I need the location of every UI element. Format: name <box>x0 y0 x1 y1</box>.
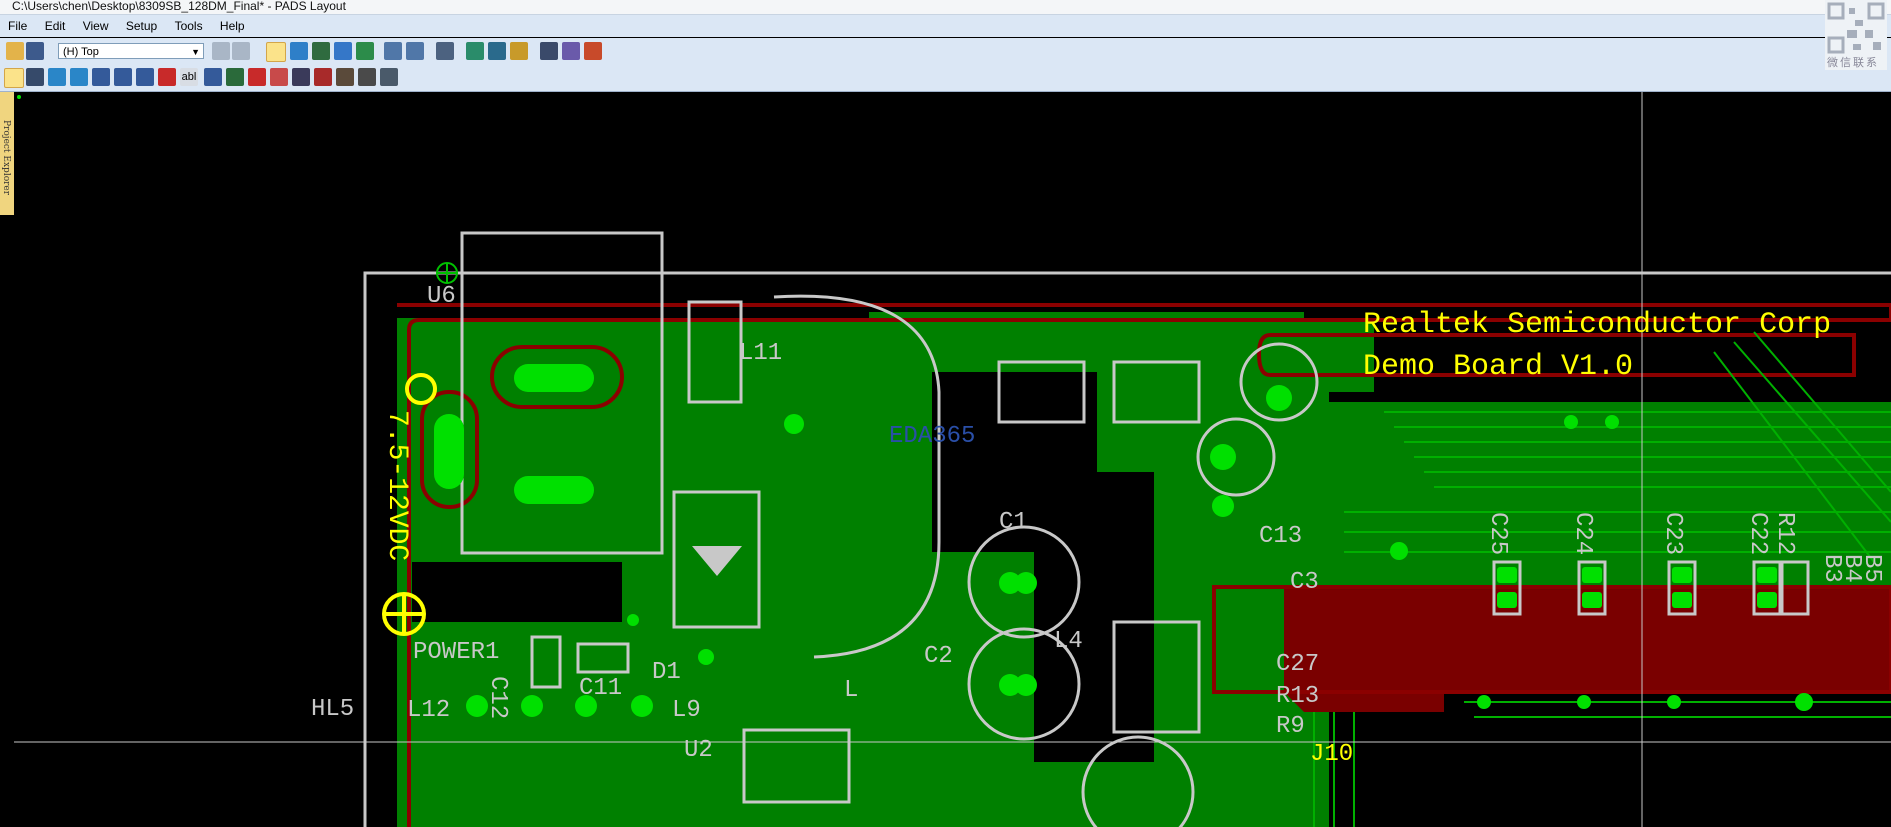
layout-icon[interactable] <box>212 42 230 60</box>
window-title: C:\Users\chen\Desktop\8309SB_128DM_Final… <box>12 0 346 13</box>
main-toolbar <box>0 38 1891 64</box>
sketch-route-icon[interactable] <box>92 68 110 86</box>
cluster-icon[interactable] <box>358 68 376 86</box>
cleanup-icon[interactable] <box>510 42 528 60</box>
refdes-c22: C22 <box>1744 512 1771 555</box>
refdes-d1: D1 <box>652 659 681 686</box>
menu-tools[interactable]: Tools <box>175 19 203 33</box>
ecotool-icon[interactable] <box>334 42 352 60</box>
refdes-c13: C13 <box>1259 523 1302 550</box>
auto-route-icon[interactable] <box>114 68 132 86</box>
menu-view[interactable]: View <box>83 19 109 33</box>
refdes-c27: C27 <box>1276 651 1319 678</box>
select-icon[interactable] <box>4 68 24 88</box>
pcb-board[interactable]: Realtek Semiconductor Corp Demo Board V1… <box>14 92 1891 827</box>
panel-icon[interactable] <box>540 42 558 60</box>
silk-title: Realtek Semiconductor Corp <box>1363 308 1831 342</box>
qr-code: 微信联系 <box>1825 0 1887 70</box>
refresh-icon[interactable] <box>232 42 250 60</box>
text-icon[interactable]: abl <box>180 68 198 86</box>
dimension-icon[interactable] <box>312 42 330 60</box>
via-icon[interactable] <box>204 68 222 86</box>
title-bar: C:\Users\chen\Desktop\8309SB_128DM_Final… <box>0 0 1891 15</box>
menu-edit[interactable]: Edit <box>45 19 66 33</box>
report-icon[interactable] <box>380 68 398 86</box>
route-icon[interactable] <box>290 42 308 60</box>
silk-subtitle: Demo Board V1.0 <box>1363 350 1633 384</box>
refdes-u6: U6 <box>427 283 456 310</box>
design-toolbar-icon[interactable] <box>266 42 286 62</box>
refdes-c23: C23 <box>1659 512 1686 555</box>
layer-icon[interactable] <box>292 68 310 86</box>
refdes-u2: U2 <box>684 737 713 764</box>
menu-setup[interactable]: Setup <box>126 19 157 33</box>
zoom-icon[interactable] <box>436 42 454 60</box>
project-explorer-label: Project Explorer <box>1 120 11 196</box>
menu-file[interactable]: File <box>8 19 27 33</box>
refdes-b3: B3 <box>1818 554 1845 583</box>
refdes-r9: R9 <box>1276 713 1305 740</box>
design-toolbar: abl <box>0 64 1891 92</box>
project-explorer-tab[interactable]: Project Explorer <box>0 92 15 215</box>
power-input-label: 7.5-12VDC <box>381 410 412 561</box>
view-nets-icon[interactable] <box>466 42 484 60</box>
verify-icon[interactable] <box>584 42 602 60</box>
refdes-power1: POWER1 <box>413 639 499 666</box>
layer-select[interactable]: (H) Top ▼ <box>58 43 204 59</box>
eda365-watermark: EDA365 <box>889 423 975 450</box>
component-icon[interactable] <box>336 68 354 86</box>
no-route-icon[interactable] <box>158 68 176 86</box>
teardrop-icon[interactable] <box>248 68 266 86</box>
refdes-c24: C24 <box>1569 512 1596 555</box>
refdes-l: L <box>844 677 858 704</box>
refdes-l4: L4 <box>1054 628 1083 655</box>
refdes-c11: C11 <box>579 675 622 702</box>
copper-column <box>774 332 859 827</box>
net-icon[interactable] <box>270 68 288 86</box>
refdes-c2: C2 <box>924 643 953 670</box>
refdes-l11: L11 <box>739 340 782 367</box>
refdes-c3: C3 <box>1290 569 1319 596</box>
add-route-icon[interactable] <box>48 68 66 86</box>
copper-icon[interactable] <box>226 68 244 86</box>
keepout-icon[interactable] <box>314 68 332 86</box>
undo-icon[interactable] <box>384 42 402 60</box>
qr-caption: 微信联系 <box>1827 57 1879 69</box>
open-icon[interactable] <box>6 42 24 60</box>
refdes-r12: R12 <box>1771 512 1798 555</box>
dynamic-route-icon[interactable] <box>70 68 88 86</box>
menu-help[interactable]: Help <box>220 19 245 33</box>
pcb-canvas[interactable]: Realtek Semiconductor Corp Demo Board V1… <box>14 92 1891 827</box>
refdes-c12: C12 <box>484 676 511 719</box>
refdes-c25: C25 <box>1484 512 1511 555</box>
window-icon[interactable] <box>562 42 580 60</box>
bga-icon[interactable] <box>356 42 374 60</box>
refdes-hl5: HL5 <box>311 696 354 723</box>
refdes-r13: R13 <box>1276 683 1319 710</box>
refdes-c1: C1 <box>999 509 1028 536</box>
layer-select-value: (H) Top <box>63 46 99 58</box>
menu-bar: File Edit View Setup Tools Help <box>0 15 1891 37</box>
redo-icon[interactable] <box>406 42 424 60</box>
chevron-down-icon: ▼ <box>191 47 200 57</box>
move-icon[interactable] <box>26 68 44 86</box>
display-icon[interactable] <box>488 42 506 60</box>
save-icon[interactable] <box>26 42 44 60</box>
refdes-j10: J10 <box>1310 741 1353 768</box>
qr-code-icon <box>1827 2 1885 54</box>
bus-route-icon[interactable] <box>136 68 154 86</box>
refdes-l9: L9 <box>672 697 701 724</box>
refdes-l12: L12 <box>407 697 450 724</box>
